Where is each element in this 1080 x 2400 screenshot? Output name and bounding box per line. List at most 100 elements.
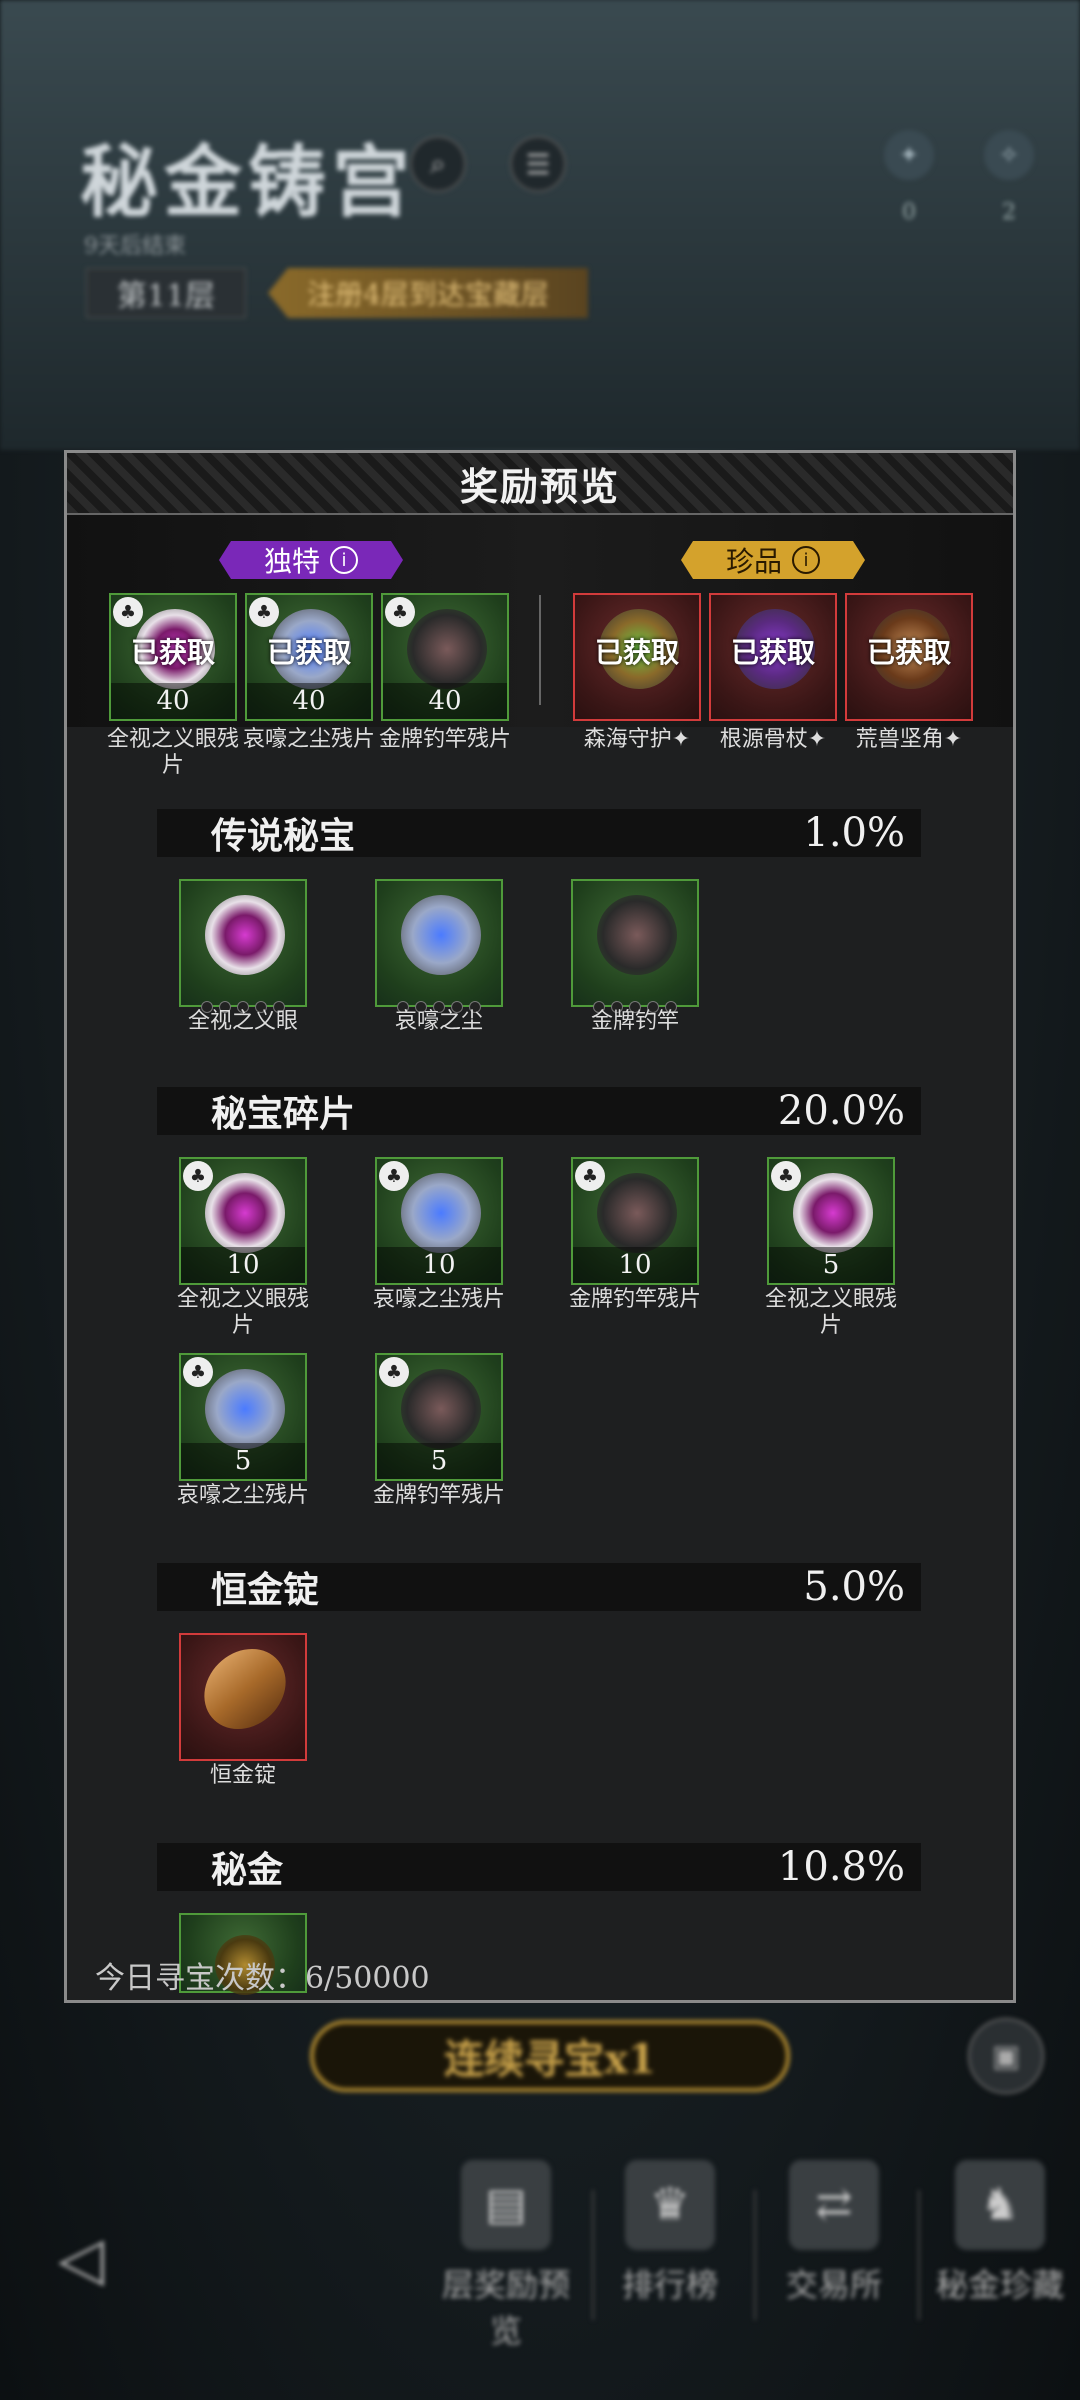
back-arrow-icon[interactable]: ◁ <box>58 2224 104 2294</box>
fragment-badge-icon: ♣ <box>249 597 279 627</box>
section-header-legend: 传说秘宝 1.0% <box>157 809 921 857</box>
item-label: 哀嚎之尘残片 <box>242 727 375 752</box>
item-label: 金牌钓竿残片 <box>378 727 511 752</box>
daily-search-count: 今日寻宝次数：6/50000 <box>95 1961 430 1996</box>
item-label: 根源骨杖✦ <box>719 727 827 752</box>
section-name: 秘宝碎片 <box>211 1093 356 1135</box>
fragment-badge-icon: ♣ <box>183 1357 213 1387</box>
fragment-item-tile[interactable]: ♣ 10 <box>375 1157 503 1285</box>
item-label: 全视之义眼残片 <box>176 1287 309 1338</box>
rare-item-tile[interactable]: 已获取 <box>845 593 973 721</box>
item-label: 哀嚎之尘 <box>394 1009 483 1034</box>
modal-header: 奖励预览 <box>67 453 1013 515</box>
nav-collection[interactable]: ♞ 秘金珍藏 <box>930 2160 1070 2306</box>
item-label: 金牌钓竿残片 <box>372 1483 505 1508</box>
item-label: 金牌钓竿 <box>590 1009 679 1034</box>
item-count: 5 <box>377 1443 501 1479</box>
item-label: 金牌钓竿残片 <box>568 1287 701 1312</box>
fragment-badge-icon: ♣ <box>385 597 415 627</box>
section-rate: 20.0% <box>777 1088 905 1134</box>
fragment-item-tile[interactable]: ♣ 5 <box>375 1353 503 1481</box>
divider <box>539 595 541 705</box>
fishing-rod-icon <box>401 1369 481 1449</box>
fragment-item-tile[interactable]: ♣ 5 <box>179 1353 307 1481</box>
section-header-ingot: 恒金锭 5.0% <box>157 1563 921 1611</box>
section-name: 秘金 <box>211 1849 284 1891</box>
floor-banner: 注册4层到达宝藏层 <box>268 268 588 318</box>
gold-ingot-icon <box>197 1649 293 1729</box>
ingot-item-tile[interactable] <box>179 1633 307 1761</box>
obtained-overlay: 已获取 <box>130 636 215 669</box>
teapot-artifact-icon <box>401 895 481 975</box>
fishing-rod-icon <box>407 609 487 689</box>
item-count: 10 <box>181 1247 305 1283</box>
nav-leaderboard[interactable]: ♛ 排行榜 <box>600 2160 740 2306</box>
crystal-count: 0 <box>902 200 916 225</box>
rare-tag-label: 珍品 <box>725 545 782 578</box>
item-count: 10 <box>377 1247 501 1283</box>
item-count: 5 <box>181 1443 305 1479</box>
rare-item-tile[interactable]: 已获取 <box>573 593 701 721</box>
nav-floor-rewards[interactable]: ▤ 层奖励预览 <box>436 2160 576 2352</box>
chest-icon[interactable]: ▣ <box>968 2018 1044 2094</box>
item-label: 全视之义眼残片 <box>106 727 239 778</box>
unique-tag[interactable]: 独特 i <box>219 541 403 579</box>
divider <box>754 2190 756 2320</box>
rare-tag[interactable]: 珍品 i <box>681 541 865 579</box>
teapot-artifact-icon <box>205 1369 285 1449</box>
eye-artifact-icon <box>793 1173 873 1253</box>
featured-rewards-band: 独特 i 珍品 i ♣ 已获取 40 全视之义眼残片 ♣ 已获取 40 哀嚎之尘残片… <box>67 515 1013 778</box>
item-count: 40 <box>111 683 235 719</box>
nav-label: 层奖励预览 <box>441 2266 570 2350</box>
obtained-overlay: 已获取 <box>866 636 951 669</box>
legend-item-tile[interactable] <box>571 879 699 1013</box>
trophy-icon: ♛ <box>625 2160 715 2250</box>
item-label: 哀嚎之尘残片 <box>176 1483 309 1508</box>
compass-icon[interactable]: ✧ <box>984 130 1034 180</box>
obtained-overlay: 已获取 <box>594 636 679 669</box>
fragment-badge-icon: ♣ <box>183 1161 213 1191</box>
collection-icon: ♞ <box>955 2160 1045 2250</box>
section-rate: 5.0% <box>803 1564 905 1610</box>
game-title: 秘金铸宫 <box>80 137 417 228</box>
legend-item-tile[interactable] <box>375 879 503 1013</box>
search-icon[interactable]: ⌕ <box>410 136 466 192</box>
fragment-item-tile[interactable]: ♣ 10 <box>179 1157 307 1285</box>
modal-title: 奖励预览 <box>459 463 620 509</box>
fragment-item-tile[interactable]: ♣ 10 <box>571 1157 699 1285</box>
chest-icon: ▤ <box>461 2160 551 2250</box>
item-count: 40 <box>247 683 371 719</box>
rare-item-tile[interactable]: 已获取 <box>709 593 837 721</box>
obtained-overlay: 已获取 <box>730 636 815 669</box>
section-rate: 10.8% <box>777 1844 905 1890</box>
crystal-icon[interactable]: ✦ <box>884 130 934 180</box>
section-header-gold: 秘金 10.8% <box>157 1843 921 1891</box>
obtained-overlay: 已获取 <box>266 636 351 669</box>
fragment-badge-icon: ♣ <box>379 1357 409 1387</box>
nav-label: 排行榜 <box>621 2266 718 2304</box>
unique-item-tile[interactable]: ♣ 已获取 40 <box>109 593 237 721</box>
item-count: 40 <box>383 683 507 719</box>
item-label: 全视之义眼残片 <box>764 1287 897 1338</box>
section-rate: 1.0% <box>803 810 905 856</box>
divider <box>592 2190 594 2320</box>
info-icon[interactable]: i <box>792 546 820 574</box>
divider <box>918 2190 920 2320</box>
section-name: 恒金锭 <box>211 1569 320 1611</box>
section-header-fragments: 秘宝碎片 20.0% <box>157 1087 921 1135</box>
continue-search-button[interactable]: 连续寻宝x1 <box>310 2020 790 2092</box>
fragment-badge-icon: ♣ <box>575 1161 605 1191</box>
item-count: 5 <box>769 1247 893 1283</box>
fishing-rod-icon <box>597 1173 677 1253</box>
unique-item-tile[interactable]: ♣ 已获取 40 <box>245 593 373 721</box>
info-icon[interactable]: i <box>330 546 358 574</box>
item-label: 森海守护✦ <box>583 727 691 752</box>
nav-exchange[interactable]: ⇄ 交易所 <box>764 2160 904 2306</box>
fragment-badge-icon: ♣ <box>379 1161 409 1191</box>
legend-item-tile[interactable] <box>179 879 307 1013</box>
unique-item-tile[interactable]: ♣ 40 <box>381 593 509 721</box>
fragment-item-tile[interactable]: ♣ 5 <box>767 1157 895 1285</box>
book-icon[interactable]: ☰ <box>510 136 566 192</box>
fragment-badge-icon: ♣ <box>771 1161 801 1191</box>
compass-count: 2 <box>1002 200 1016 225</box>
